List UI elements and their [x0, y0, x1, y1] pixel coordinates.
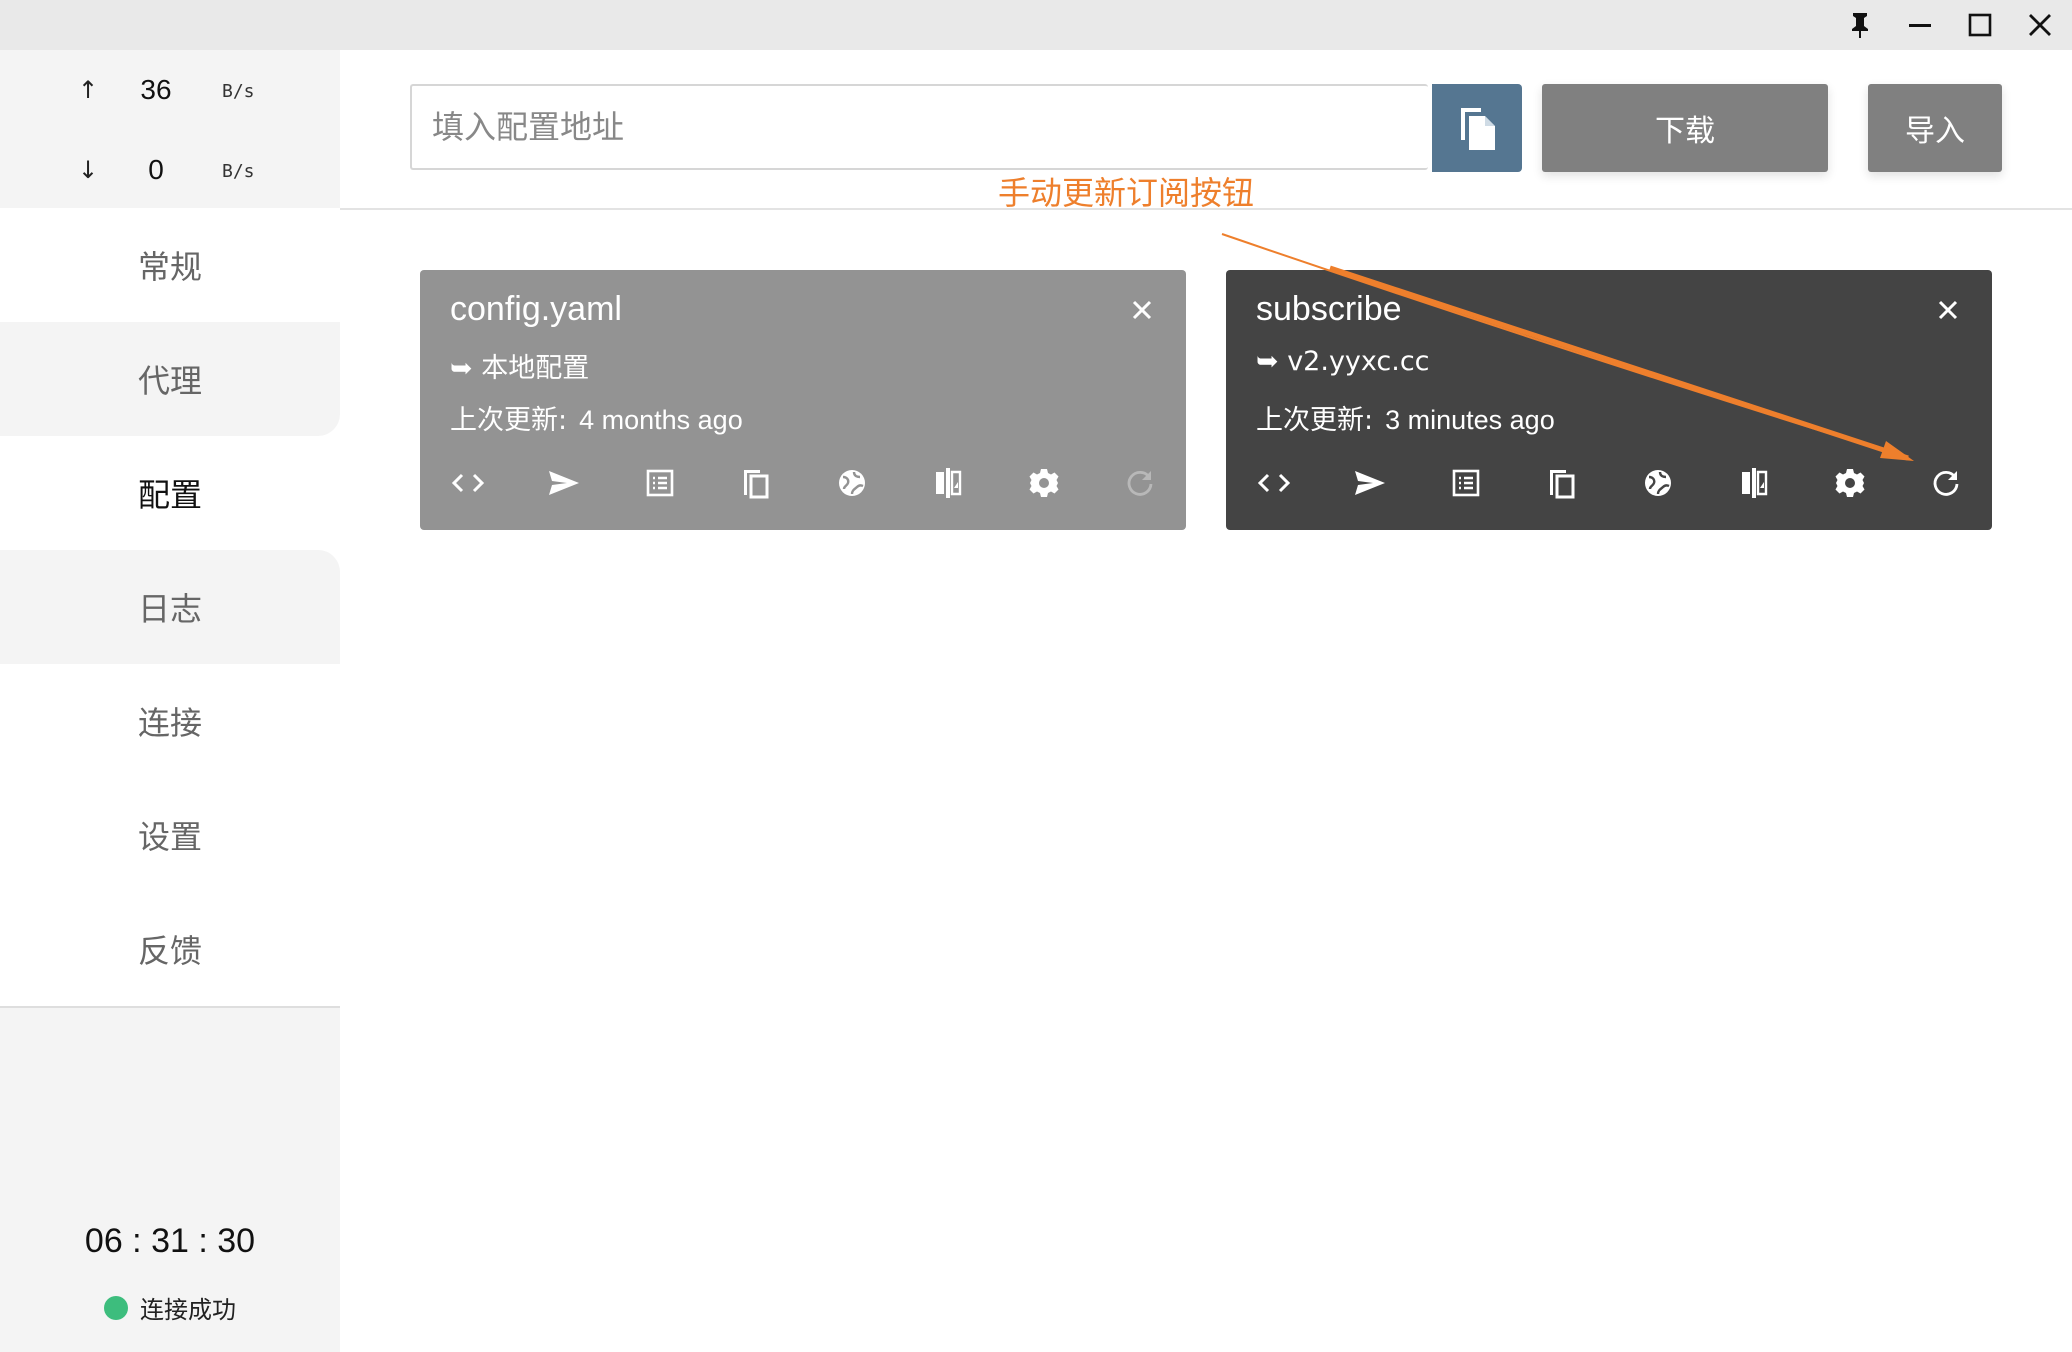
paste-button[interactable]	[1432, 84, 1522, 172]
sidebar-item-logs[interactable]: 日志	[0, 550, 340, 664]
annotation-label: 手动更新订阅按钮	[998, 174, 1255, 212]
profile-source: ➥ 本地配置	[450, 353, 590, 384]
profile-source: ➥ v2.yyxc.cc	[1256, 346, 1430, 377]
sidebar-item-settings[interactable]: 设置	[0, 778, 340, 892]
sidebar: ↑ 36 B/s ↓ 0 B/s 常规 代理 配置 日志 连接 设置 反馈 06…	[0, 50, 340, 1352]
upload-unit: B/s	[222, 81, 255, 102]
import-button[interactable]: 导入	[1868, 84, 2002, 172]
title-bar	[0, 0, 2072, 50]
download-value: 0	[148, 154, 164, 185]
profile-card-subscribe[interactable]: subscribe ➥ v2.yyxc.cc 上次更新: 3 minutes ag…	[1226, 270, 1992, 530]
download-arrow-icon: ↓	[78, 156, 99, 184]
uptime-clock: 06 : 31 : 30	[84, 1222, 256, 1260]
download-unit: B/s	[222, 161, 255, 182]
copy-icon[interactable]	[726, 458, 786, 508]
code-icon[interactable]	[1244, 458, 1304, 508]
status-label: 连接成功	[140, 1296, 236, 1324]
code-icon[interactable]	[438, 458, 498, 508]
globe-icon[interactable]	[822, 458, 882, 508]
close-icon[interactable]	[1930, 292, 1966, 328]
close-icon[interactable]	[1124, 292, 1160, 328]
profile-name: config.yaml	[450, 290, 622, 328]
paste-icon	[1461, 108, 1495, 150]
sidebar-item-proxy[interactable]: 代理	[0, 322, 340, 436]
updated-time: 3 minutes ago	[1385, 405, 1555, 435]
updated-label: 上次更新:	[450, 405, 568, 436]
profile-actions	[1244, 458, 1974, 508]
compare-icon[interactable]	[1724, 458, 1784, 508]
compare-icon[interactable]	[918, 458, 978, 508]
globe-icon[interactable]	[1628, 458, 1688, 508]
minimize-icon[interactable]	[1890, 0, 1950, 50]
send-icon[interactable]	[1340, 458, 1400, 508]
send-icon[interactable]	[534, 458, 594, 508]
copy-icon[interactable]	[1532, 458, 1592, 508]
upload-value: 36	[140, 74, 172, 105]
download-button[interactable]: 下载	[1542, 84, 1828, 172]
close-icon[interactable]	[2010, 0, 2070, 50]
maximize-icon[interactable]	[1950, 0, 2010, 50]
profile-card-config[interactable]: config.yaml ➥ 本地配置 上次更新: 4 months ago	[420, 270, 1186, 530]
refresh-icon[interactable]	[1916, 458, 1976, 508]
divider	[0, 1006, 340, 1008]
upload-arrow-icon: ↑	[78, 76, 99, 104]
pin-icon[interactable]	[1830, 0, 1890, 50]
profile-updated: 上次更新: 3 minutes ago	[1256, 398, 1555, 437]
profile-url-input[interactable]	[410, 84, 1428, 170]
sidebar-nav: 常规 代理 配置 日志 连接 设置 反馈	[0, 208, 340, 1006]
gear-icon[interactable]	[1820, 458, 1880, 508]
updated-label: 上次更新:	[1256, 405, 1374, 436]
sidebar-item-connections[interactable]: 连接	[0, 664, 340, 778]
list-icon[interactable]	[1436, 458, 1496, 508]
gear-icon[interactable]	[1014, 458, 1074, 508]
connection-status: 连接成功	[0, 1290, 340, 1325]
updated-time: 4 months ago	[579, 405, 743, 435]
main-content: 下载 导入 手动更新订阅按钮 config.yaml ➥ 本地配置 上次更新: 4…	[340, 50, 2072, 1352]
profile-actions	[438, 458, 1168, 508]
sidebar-item-feedback[interactable]: 反馈	[0, 892, 340, 1006]
list-icon[interactable]	[630, 458, 690, 508]
traffic-monitor: ↑ 36 B/s ↓ 0 B/s	[0, 50, 340, 208]
sidebar-item-profiles[interactable]: 配置	[0, 436, 340, 550]
sidebar-item-general[interactable]: 常规	[0, 208, 340, 322]
profile-updated: 上次更新: 4 months ago	[450, 398, 743, 437]
profile-name: subscribe	[1256, 290, 1402, 328]
refresh-icon	[1110, 458, 1170, 508]
status-dot-icon	[104, 1295, 128, 1320]
upload-speed: ↑ 36 B/s	[0, 70, 340, 110]
download-speed: ↓ 0 B/s	[0, 150, 340, 190]
